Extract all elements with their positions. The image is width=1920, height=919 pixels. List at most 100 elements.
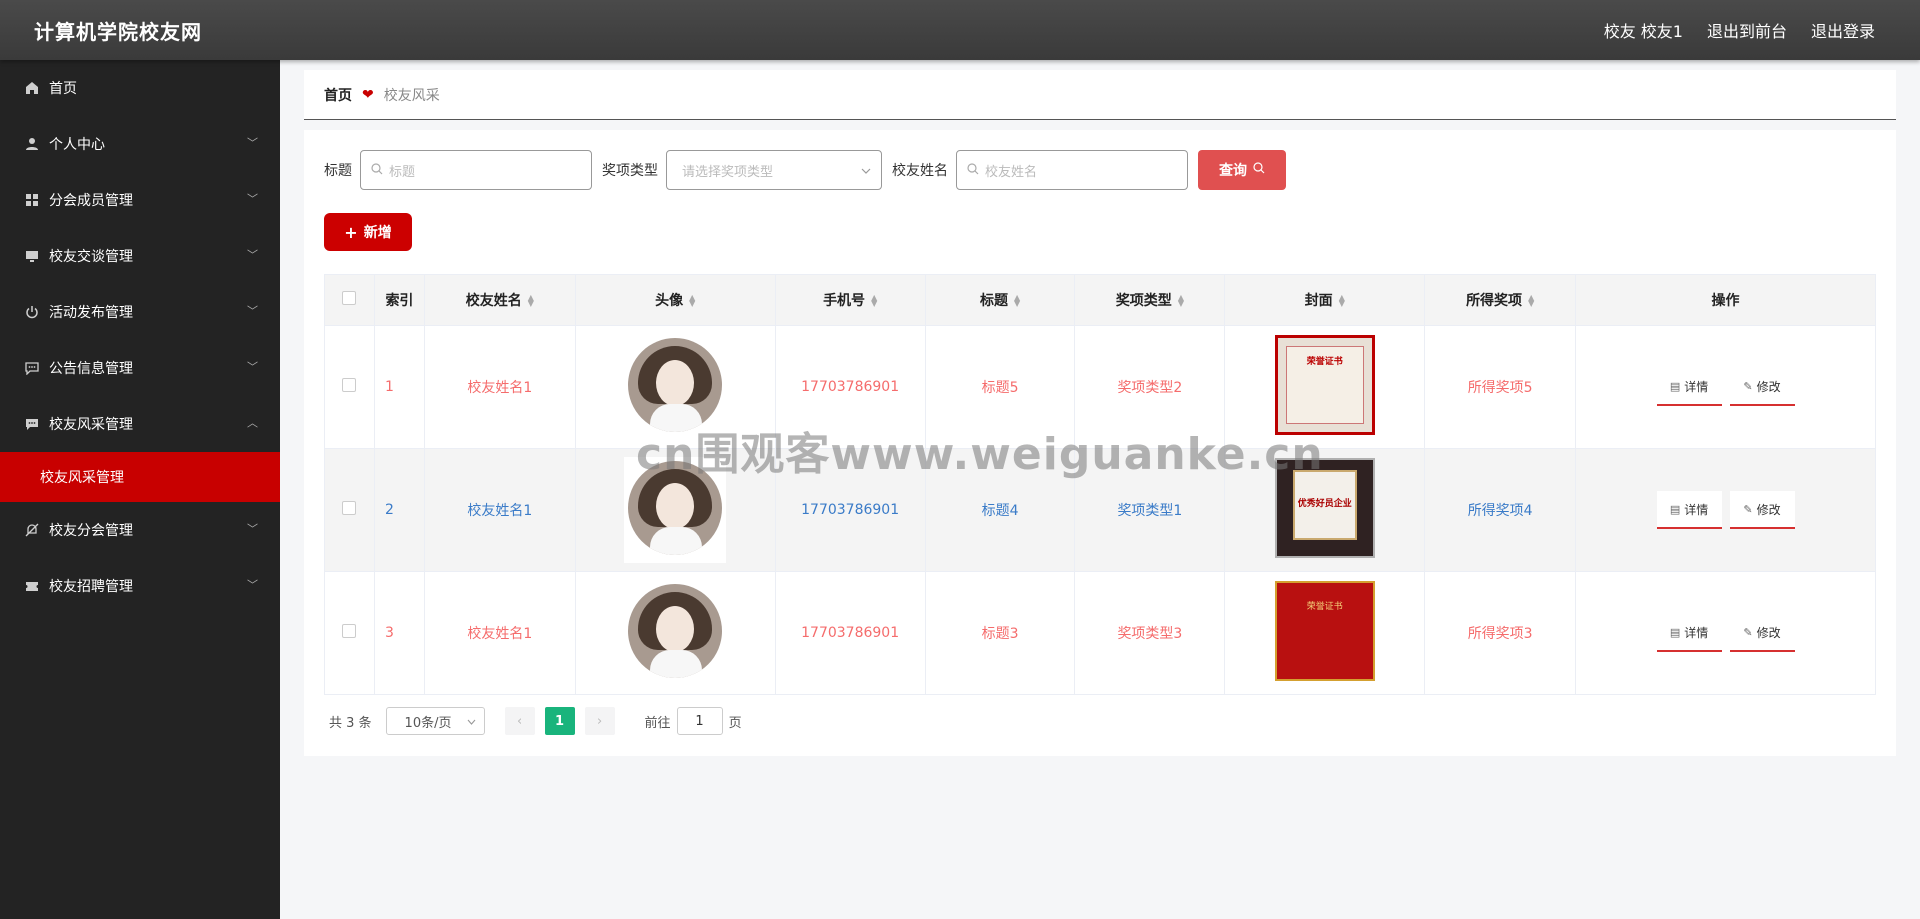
logout-link[interactable]: 退出登录 [1811,18,1875,42]
detail-label: 详情 [1684,502,1709,517]
chevron-down-icon: ﹀ [247,304,258,318]
breadcrumb-current: 校友风采 [383,87,440,104]
sidebar-item-label: 校友交谈管理 [49,249,133,265]
page-size-value: 10条/页 [404,715,452,731]
row-award-type: 奖项类型3 [1074,571,1226,695]
row-award-type: 奖项类型2 [1074,325,1226,449]
row-phone: 17703786901 [774,325,926,449]
select-all-cell [324,274,375,326]
row-index: 1 [373,325,425,449]
col-index-label: 索引 [385,293,414,309]
table-row: 1 校友姓名1 17703786901 标题5 奖项类型2 荣誉证书 所得奖项5… [324,325,1876,449]
sidebar-item-alumni-style[interactable]: 校友风采管理 ︿ [0,396,280,452]
row-checkbox[interactable] [342,624,357,638]
main-panel: 标题 标题 奖项类型 请选择奖项类型 校友姓名 校友姓名 查询 + 新增 索引 … [304,130,1896,756]
award-type-placeholder: 请选择奖项类型 [682,164,774,180]
col-actions: 操作 [1575,274,1876,326]
col-title[interactable]: 标题 ▲ ▼ [924,274,1076,326]
sidebar-item-label: 活动发布管理 [49,305,133,321]
user-icon [24,136,40,152]
col-avatar[interactable]: 头像 ▲ ▼ [574,274,776,326]
sidebar-item-alumni-branch[interactable]: 校友分会管理 ﹀ [0,502,280,558]
edit-button[interactable]: ✎ 修改 [1729,614,1795,652]
pagination-total: 共 3 条 [329,715,372,731]
sidebar-item-label: 分会成员管理 [49,193,133,209]
page-suffix-label: 页 [728,715,742,731]
row-checkbox[interactable] [342,501,357,515]
sidebar-item-recruit[interactable]: 校友招聘管理 ﹀ [0,558,280,614]
col-name[interactable]: 校友姓名 ▲ ▼ [423,274,576,326]
add-button[interactable]: + 新增 [324,213,412,251]
detail-button[interactable]: ▤ 详情 [1656,368,1722,406]
chevron-down-icon: ﹀ [247,578,258,592]
sidebar-item-branch-members[interactable]: 分会成员管理 ﹀ [0,172,280,228]
top-bar: 计算机学院校友网 校友 校友1 退出到前台 退出登录 [0,0,1920,60]
sort-icon[interactable]: ▲ ▼ [1339,294,1345,308]
sidebar-item-label: 公告信息管理 [49,361,133,377]
sort-icon[interactable]: ▲ ▼ [1528,294,1534,308]
award-type-select[interactable]: 请选择奖项类型 [666,150,882,190]
edit-button[interactable]: ✎ 修改 [1729,368,1795,406]
col-name-label: 校友姓名 [465,293,522,309]
row-phone: 17703786901 [774,571,926,695]
sort-icon[interactable]: ▲ ▼ [689,294,695,308]
row-index: 2 [373,448,425,572]
goto-page-input[interactable]: 1 [676,707,723,735]
row-title: 标题4 [924,448,1076,572]
page-size-select[interactable]: 10条/页 [385,707,485,735]
table-row: 2 校友姓名1 17703786901 标题4 奖项类型1 优秀好员企业 所得奖… [324,448,1876,572]
page-number-button[interactable]: 1 [544,707,575,735]
col-cover[interactable]: 封面 ▲ ▼ [1224,274,1426,326]
detail-button[interactable]: ▤ 详情 [1656,614,1722,652]
current-user-label[interactable]: 校友 校友1 [1604,18,1683,42]
detail-button[interactable]: ▤ 详情 [1656,491,1722,529]
sort-icon[interactable]: ▲ ▼ [528,294,534,308]
next-page-button[interactable]: › [584,707,615,735]
name-search-input[interactable]: 校友姓名 [956,150,1188,190]
site-brand: 计算机学院校友网 [34,19,202,44]
sidebar-item-alumni-chat[interactable]: 校友交谈管理 ﹀ [0,228,280,284]
row-award: 所得奖项3 [1424,571,1577,695]
col-actions-label: 操作 [1711,293,1740,309]
message-icon [24,416,40,432]
col-award[interactable]: 所得奖项 ▲ ▼ [1424,274,1577,326]
sidebar-item-home[interactable]: 首页 [0,60,280,116]
sort-icon[interactable]: ▲ ▼ [1014,294,1020,308]
cover-image: 荣誉证书 [1274,581,1375,681]
query-button[interactable]: 查询 [1198,150,1286,190]
prev-page-button[interactable]: ‹ [504,707,535,735]
col-phone[interactable]: 手机号 ▲ ▼ [774,274,926,326]
edit-label: 修改 [1756,625,1781,640]
row-name: 校友姓名1 [423,448,576,572]
goto-label: 前往 [644,715,671,731]
sidebar-item-notice[interactable]: 公告信息管理 ﹀ [0,340,280,396]
title-search-input[interactable]: 标题 [360,150,592,190]
sort-icon[interactable]: ▲ ▼ [1178,294,1184,308]
sidebar-subitem-alumni-style-manage[interactable]: 校友风采管理 [0,452,280,502]
sidebar-item-activity[interactable]: 活动发布管理 ﹀ [0,284,280,340]
select-all-checkbox[interactable] [342,291,357,305]
row-avatar-cell [574,571,776,695]
heart-icon: ❤ [362,86,374,103]
sidebar-item-personal-center[interactable]: 个人中心 ﹀ [0,116,280,172]
row-phone: 17703786901 [774,448,926,572]
col-award-type[interactable]: 奖项类型 ▲ ▼ [1074,274,1226,326]
row-checkbox[interactable] [342,378,357,392]
row-actions-cell: ▤ 详情 ✎ 修改 [1575,325,1876,449]
col-avatar-label: 头像 [655,293,684,309]
exit-to-front-link[interactable]: 退出到前台 [1707,18,1787,42]
cover-title: 荣誉证书 [1306,357,1343,367]
top-actions: 校友 校友1 退出到前台 退出登录 [1604,18,1875,42]
row-actions-cell: ▤ 详情 ✎ 修改 [1575,571,1876,695]
chevron-down-icon: ﹀ [247,136,258,150]
row-name: 校友姓名1 [423,571,576,695]
col-award-label: 所得奖项 [1466,293,1523,309]
alumni-style-table: 索引 校友姓名 ▲ ▼ 头像 ▲ ▼ 手机号 ▲ ▼ 标题 ▲ ▼ 奖项类型 ▲ ▼ 封面 ▲ ▼ 所得… [324,274,1876,695]
col-title-label: 标题 [979,293,1008,309]
grid-icon [24,192,40,208]
sort-icon[interactable]: ▲ ▼ [871,294,877,308]
breadcrumb-home[interactable]: 首页 [324,85,352,105]
row-index: 3 [373,571,425,695]
row-cover-cell: 荣誉证书 [1224,571,1426,695]
edit-button[interactable]: ✎ 修改 [1729,491,1795,529]
